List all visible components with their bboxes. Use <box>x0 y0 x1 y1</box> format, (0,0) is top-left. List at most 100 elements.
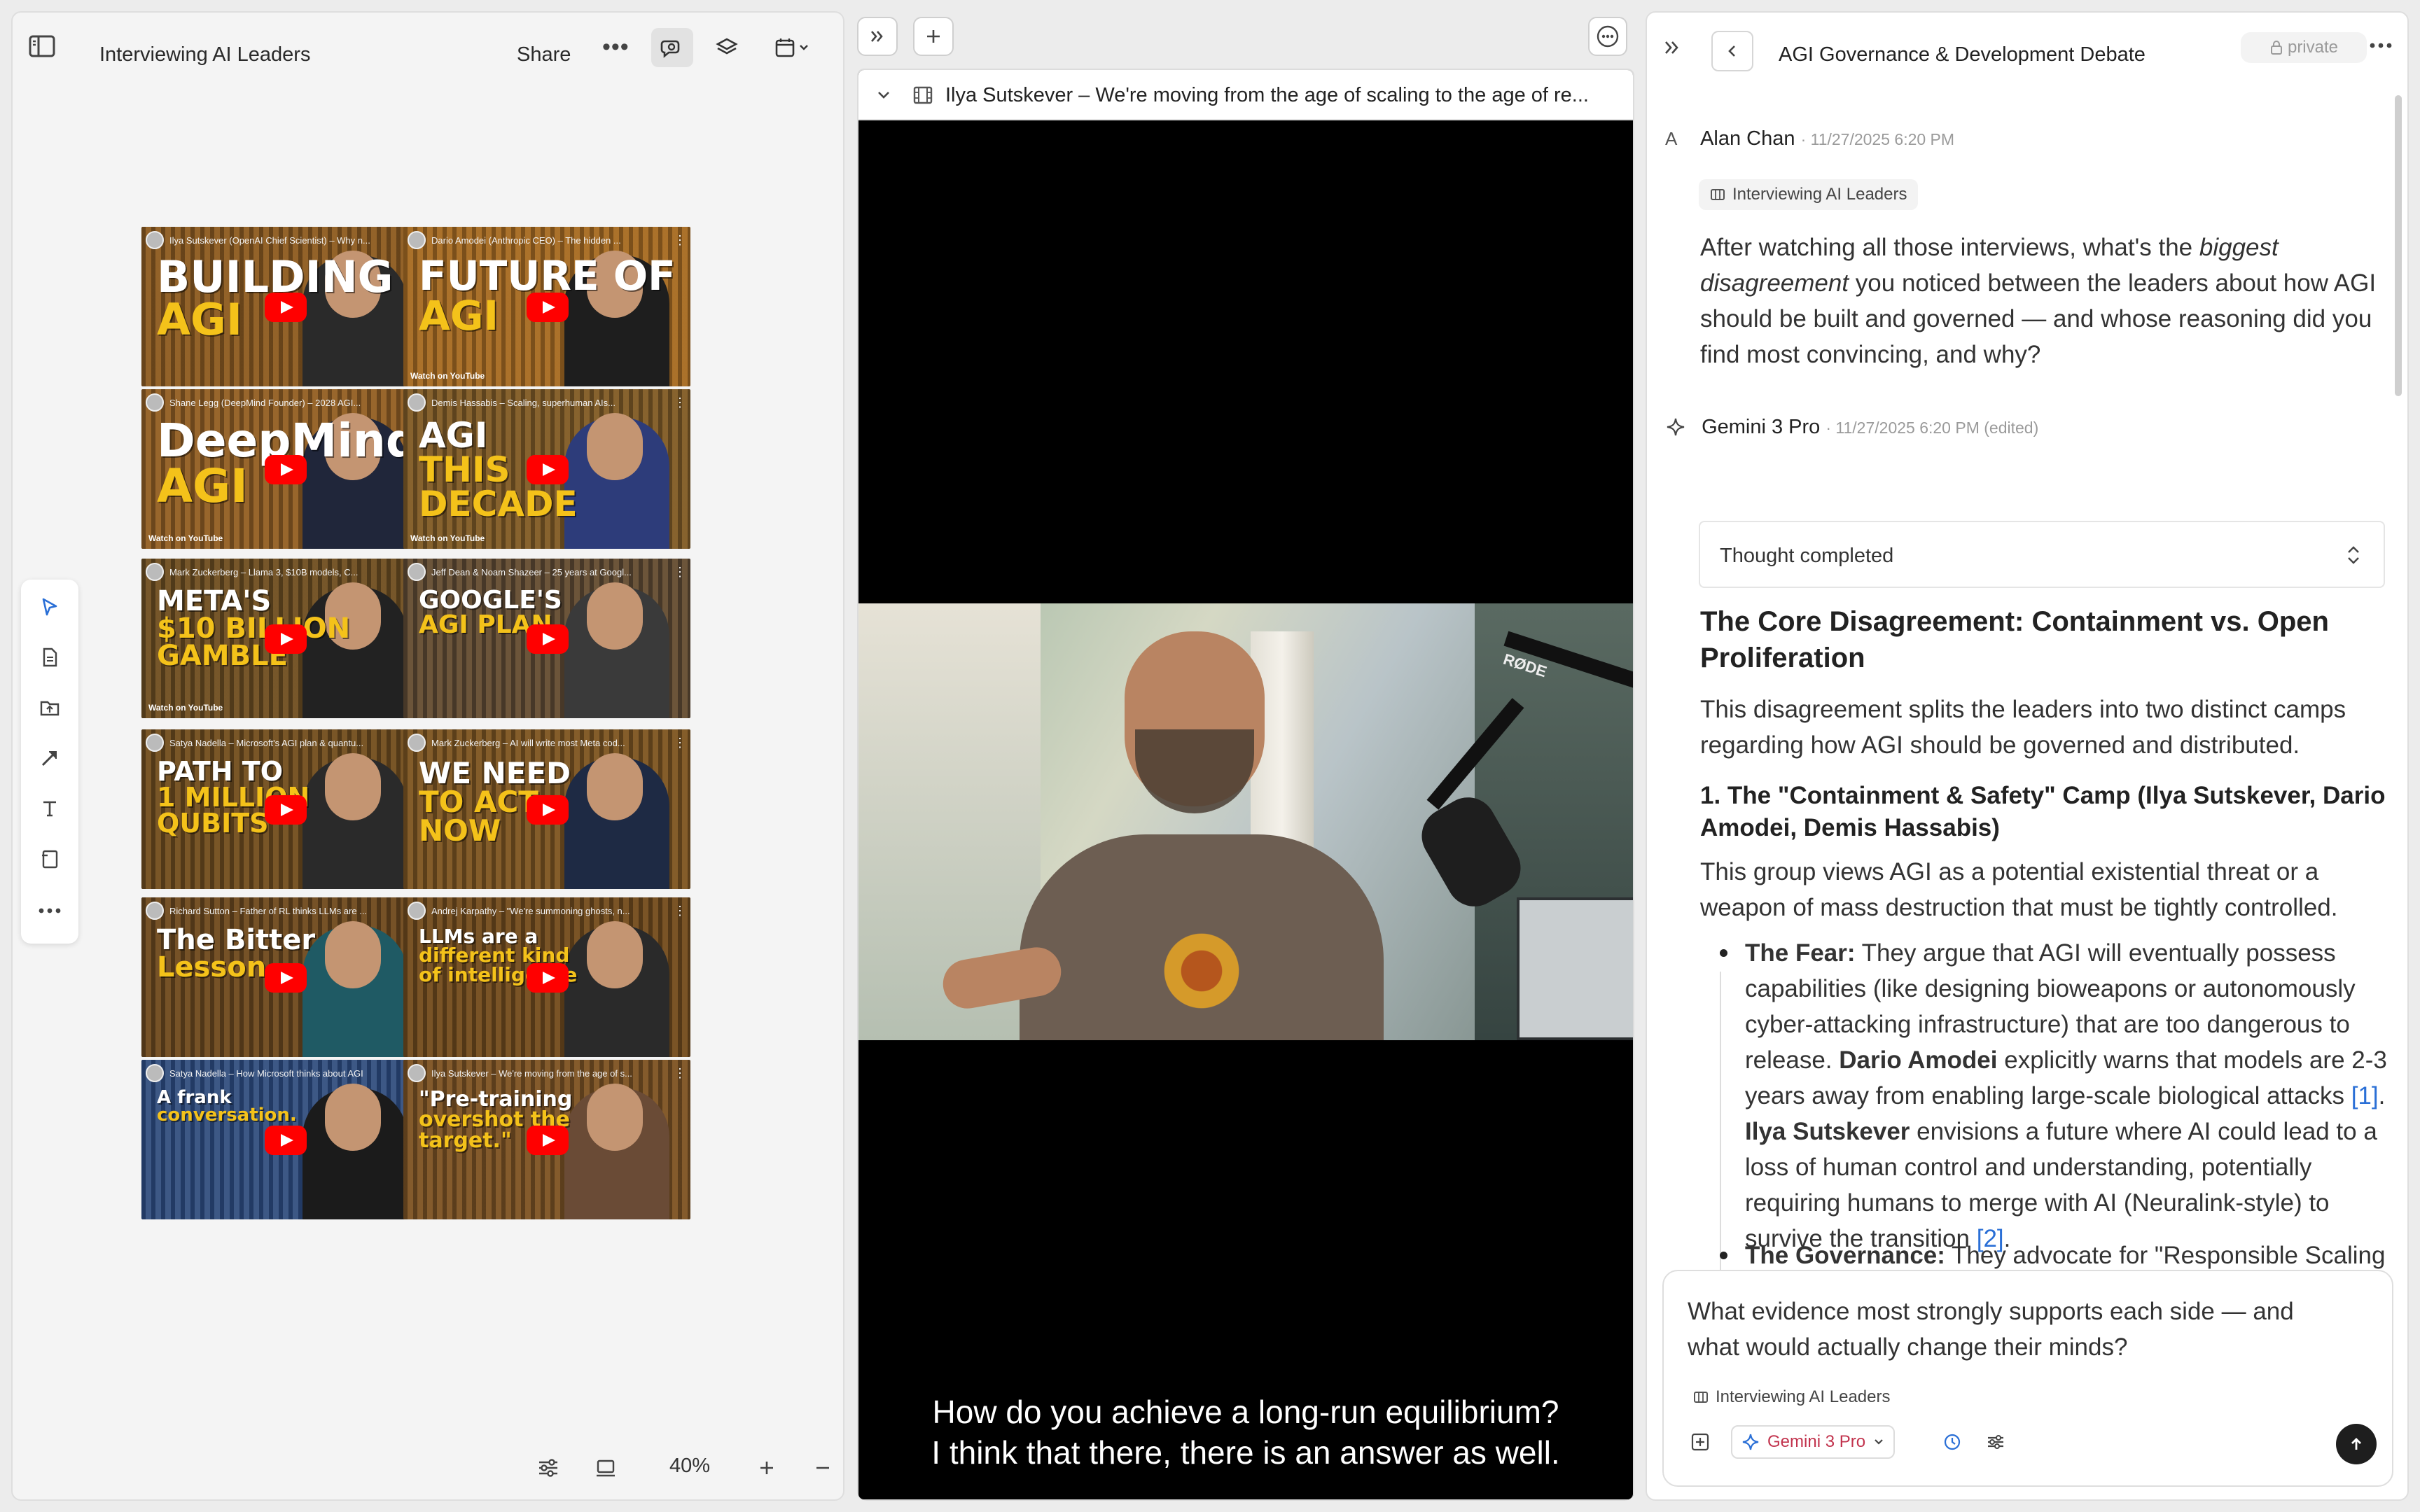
more-tools-button[interactable] <box>21 888 78 934</box>
video-thumbnail[interactable]: Demis Hassabis – Scaling, superhuman AIs… <box>403 389 690 549</box>
board-icon <box>1710 188 1725 202</box>
youtube-play-icon[interactable] <box>527 795 569 825</box>
video-player[interactable]: Ilya Sutskever – We're moving from the a… <box>857 69 1634 1501</box>
privacy-badge[interactable]: private <box>2241 32 2367 63</box>
add-tab-button[interactable] <box>913 17 954 56</box>
more-options-button[interactable]: ••• <box>602 34 630 61</box>
calendar-icon <box>773 36 797 59</box>
film-icon <box>912 84 934 106</box>
question-text: After watching all those interviews, wha… <box>1700 234 2199 261</box>
thumbnail-caption: Dario Amodei (Anthropic CEO) – The hidde… <box>431 235 668 246</box>
message-composer[interactable]: What evidence most strongly supports eac… <box>1662 1270 2393 1487</box>
video-thumbnail[interactable]: Mark Zuckerberg – Llama 3, $10B models, … <box>141 559 429 718</box>
composer-settings-button[interactable] <box>1980 1427 2011 1457</box>
video-thumbnail[interactable]: Ilya Sutskever (OpenAI Chief Scientist) … <box>141 227 429 386</box>
document-tool[interactable] <box>21 634 78 680</box>
board-icon <box>1693 1390 1709 1404</box>
headline-highlight: conversation. <box>157 1105 297 1126</box>
youtube-play-icon[interactable] <box>265 1126 307 1155</box>
kebab-menu-icon[interactable]: ⋮ <box>674 736 686 750</box>
kebab-menu-icon[interactable]: ⋮ <box>674 233 686 248</box>
youtube-play-icon[interactable] <box>265 455 307 484</box>
video-thumbnail[interactable]: Shane Legg (DeepMind Founder) – 2028 AGI… <box>141 389 429 549</box>
youtube-play-icon[interactable] <box>265 624 307 654</box>
youtube-play-icon[interactable] <box>527 1126 569 1155</box>
thumbnail-face <box>325 921 381 988</box>
video-thumbnail[interactable]: Jeff Dean & Noam Shazeer – 25 years at G… <box>403 559 690 718</box>
youtube-play-icon[interactable] <box>527 455 569 484</box>
more-horizontal-icon[interactable] <box>2368 42 2393 49</box>
context-chip[interactable]: Interviewing AI Leaders <box>1699 179 1918 210</box>
thumbnail-caption: Satya Nadella – How Microsoft thinks abo… <box>169 1068 406 1079</box>
fit-view-icon[interactable] <box>594 1456 618 1483</box>
kebab-menu-icon[interactable]: ⋮ <box>674 1066 686 1081</box>
expand-panel-button[interactable] <box>857 17 898 56</box>
video-thumbnail[interactable]: Ilya Sutskever – We're moving from the a… <box>403 1060 690 1219</box>
composer-input[interactable]: What evidence most strongly supports eac… <box>1688 1294 2346 1365</box>
model-selector[interactable]: Gemini 3 Pro <box>1731 1425 1895 1459</box>
youtube-play-icon[interactable] <box>527 624 569 654</box>
video-frame: RØDE <box>858 603 1634 1040</box>
youtube-play-icon[interactable] <box>527 963 569 993</box>
frame-tool[interactable] <box>21 836 78 882</box>
bullet-governance: The Governance: They advocate for "Respo… <box>1745 1238 2403 1270</box>
kebab-menu-icon[interactable]: ⋮ <box>674 565 686 580</box>
youtube-play-icon[interactable] <box>265 795 307 825</box>
channel-avatar <box>146 734 164 752</box>
channel-avatar <box>146 393 164 412</box>
video-thumbnail[interactable]: Mark Zuckerberg – AI will write most Met… <box>403 729 690 889</box>
double-chevron-right-icon[interactable] <box>1661 36 1683 59</box>
watch-on-youtube-label: Watch on YouTube <box>410 371 485 381</box>
sidebar-toggle-icon[interactable] <box>28 34 56 59</box>
thumbnail-caption: Satya Nadella – Microsoft's AGI plan & q… <box>169 738 406 748</box>
chevron-down-icon[interactable] <box>874 85 893 105</box>
chat-scrollbar[interactable] <box>2395 95 2402 396</box>
layers-button[interactable] <box>706 28 748 67</box>
chevron-down-icon <box>1872 1436 1885 1448</box>
select-tool[interactable] <box>21 584 78 630</box>
video-subtitles: How do you achieve a long-run equilibriu… <box>858 1392 1633 1473</box>
layers-icon <box>715 36 739 59</box>
youtube-play-icon[interactable] <box>265 293 307 322</box>
user-message-header: A Alan Chan · 11/27/2025 6:20 PM <box>1665 127 1954 150</box>
chat-view-button[interactable] <box>651 28 693 67</box>
settings-sliders-icon[interactable] <box>536 1456 560 1483</box>
video-thumbnail[interactable]: Satya Nadella – How Microsoft thinks abo… <box>141 1060 429 1219</box>
citation-link[interactable]: [1] <box>2351 1082 2379 1110</box>
youtube-play-icon[interactable] <box>527 293 569 322</box>
attach-button[interactable] <box>1685 1427 1716 1457</box>
upload-tool[interactable] <box>21 685 78 731</box>
share-button[interactable]: Share <box>517 43 571 66</box>
more-horizontal-icon <box>37 907 62 914</box>
headline-highlight: TO ACT NOW <box>419 785 538 848</box>
video-thumbnail[interactable]: Richard Sutton – Father of RL thinks LLM… <box>141 897 429 1057</box>
send-button[interactable] <box>2336 1424 2377 1464</box>
bullet-rail <box>1720 972 1721 1270</box>
kebab-menu-icon[interactable]: ⋮ <box>674 904 686 918</box>
composer-context-chip[interactable]: Interviewing AI Leaders <box>1682 1382 1901 1413</box>
kebab-menu-icon[interactable]: ⋮ <box>674 396 686 410</box>
chat-thread[interactable]: A Alan Chan · 11/27/2025 6:20 PM Intervi… <box>1647 80 2407 1270</box>
video-thumbnail[interactable]: Satya Nadella – Microsoft's AGI plan & q… <box>141 729 429 889</box>
context-chip-label: Interviewing AI Leaders <box>1732 185 1907 204</box>
calendar-dropdown[interactable] <box>760 28 823 67</box>
video-thumbnail[interactable]: Dario Amodei (Anthropic CEO) – The hidde… <box>403 227 690 386</box>
thought-toggle[interactable]: Thought completed <box>1699 521 2385 588</box>
thumbnail-caption: Shane Legg (DeepMind Founder) – 2028 AGI… <box>169 398 406 408</box>
thumbnail-caption-bar: Satya Nadella – How Microsoft thinks abo… <box>146 1064 424 1082</box>
camp-heading: 1. The "Containment & Safety" Camp (Ilya… <box>1700 780 2393 844</box>
back-button[interactable] <box>1711 31 1753 71</box>
zoom-out-icon[interactable] <box>811 1456 835 1483</box>
youtube-play-icon[interactable] <box>265 963 307 993</box>
assistant-name: Gemini 3 Pro <box>1702 416 1820 438</box>
video-thumbnail[interactable]: Andrej Karpathy – "We're summoning ghost… <box>403 897 690 1057</box>
chat-search-icon <box>660 36 684 59</box>
zoom-in-icon[interactable] <box>755 1456 779 1483</box>
channel-avatar <box>146 563 164 581</box>
connector-tool[interactable] <box>21 735 78 781</box>
text-tool[interactable] <box>21 785 78 832</box>
panel-options-button[interactable] <box>1588 17 1627 56</box>
user-question: After watching all those interviews, wha… <box>1700 230 2386 372</box>
add-square-icon <box>1690 1432 1711 1452</box>
history-button[interactable] <box>1937 1427 1968 1457</box>
